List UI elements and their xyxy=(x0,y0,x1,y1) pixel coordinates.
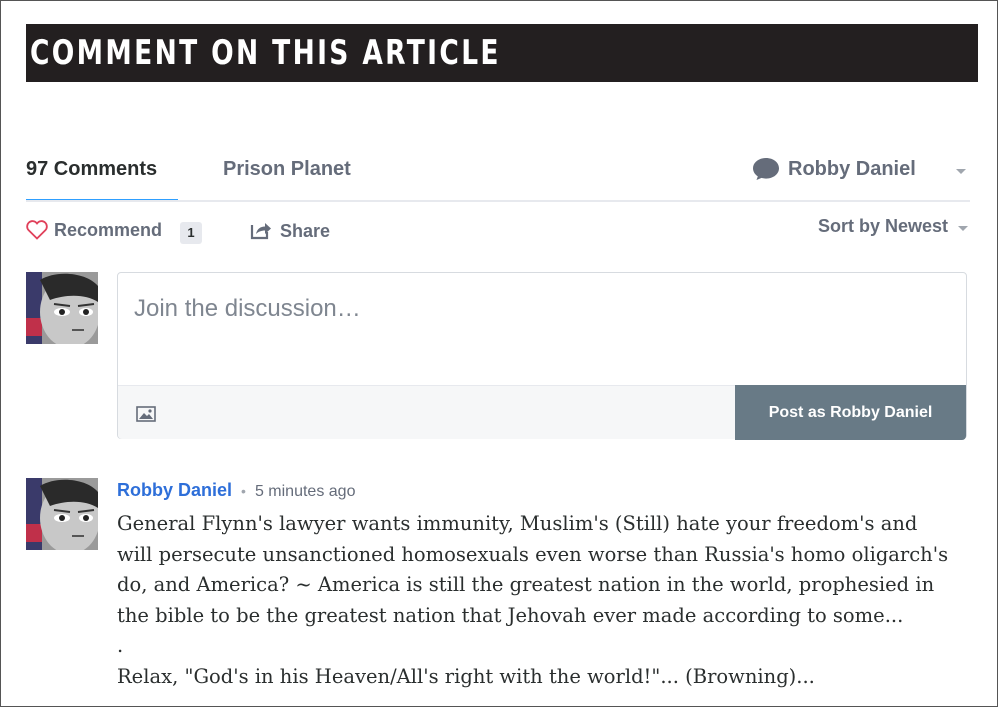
tab-comments[interactable]: 97 Comments xyxy=(26,157,157,181)
recommend-label: Recommend xyxy=(54,220,163,240)
comment-line: . xyxy=(117,634,124,657)
avatar xyxy=(26,272,98,344)
avatar-image xyxy=(26,478,98,550)
composer-toolbar: Post as Robby Daniel xyxy=(118,385,966,440)
recommend-count-badge: 1 xyxy=(180,222,202,244)
comment-line: General Flynn's lawyer wants immunity, M… xyxy=(117,512,918,535)
comment-timestamp[interactable]: 5 minutes ago xyxy=(255,483,356,500)
comments-nav: 97 Comments Prison Planet Robby Daniel xyxy=(26,148,970,202)
heart-icon xyxy=(26,220,48,240)
comment-body: General Flynn's lawyer wants immunity, M… xyxy=(117,509,967,692)
speech-bubble-icon xyxy=(753,158,779,180)
tab-community[interactable]: Prison Planet xyxy=(223,157,351,181)
banner-title: COMMENT ON THIS ARTICLE xyxy=(30,33,501,73)
avatar xyxy=(26,478,98,550)
avatar-image xyxy=(26,272,98,344)
comment-composer[interactable]: Join the discussion… Post as Robby Danie… xyxy=(117,272,967,440)
sort-label: Sort by Newest xyxy=(817,216,948,236)
image-icon[interactable] xyxy=(136,406,156,422)
section-banner: COMMENT ON THIS ARTICLE xyxy=(26,24,978,82)
user-name: Robby Daniel xyxy=(788,158,916,180)
share-icon xyxy=(250,223,271,240)
share-label: Share xyxy=(280,221,331,241)
comment-meta: Robby Daniel • 5 minutes ago xyxy=(117,480,355,501)
thread-actions: Recommend 1 Share Sort by Newest xyxy=(26,214,970,246)
comment-line: Relax, "God's in his Heaven/All's right … xyxy=(117,664,815,688)
chevron-down-icon xyxy=(956,169,966,174)
comment-author-link[interactable]: Robby Daniel xyxy=(117,480,232,500)
nav-divider xyxy=(26,200,970,202)
chevron-down-icon xyxy=(958,226,968,231)
comment-input[interactable]: Join the discussion… xyxy=(134,295,361,323)
meta-separator: • xyxy=(241,483,246,499)
post-button[interactable]: Post as Robby Daniel xyxy=(735,385,966,440)
comment-line: do, and America? ~ America is still the … xyxy=(117,573,935,596)
comment-line: the bible to be the greatest nation that… xyxy=(117,603,904,627)
comment-line: will persecute unsanctioned homosexuals … xyxy=(117,542,949,566)
